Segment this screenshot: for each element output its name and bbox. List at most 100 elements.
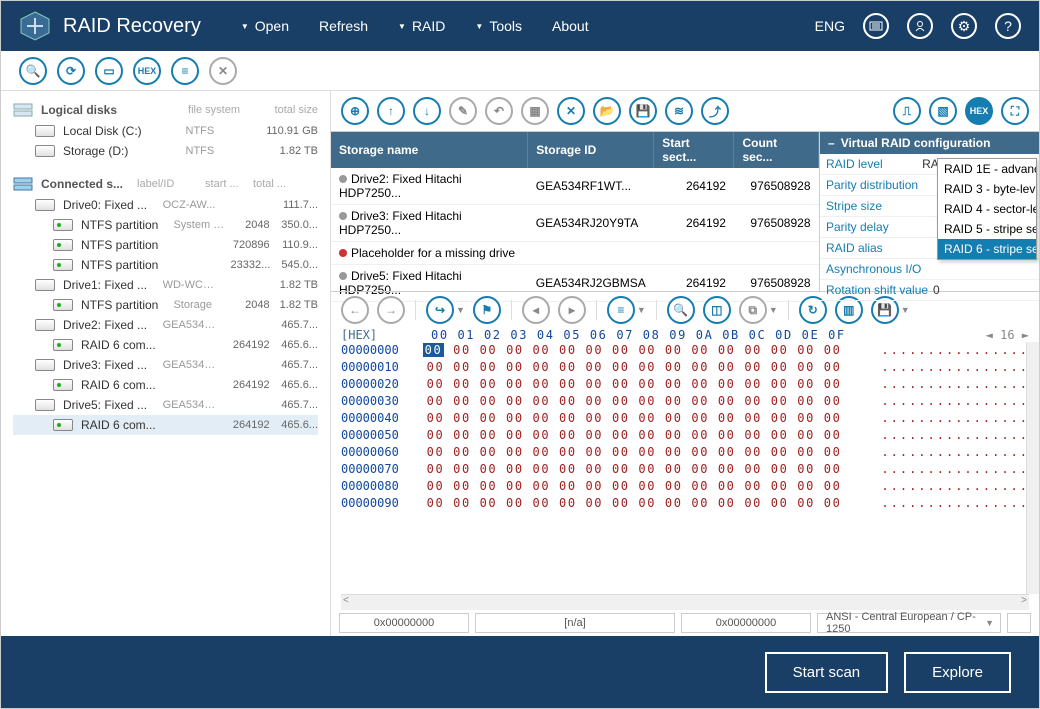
right-menu: ENG ⚙ ? <box>815 13 1021 39</box>
rescan-button[interactable]: ⟳ <box>57 57 85 85</box>
hex-line[interactable]: 0000008000 00 00 00 00 00 00 00 00 00 00… <box>341 478 1029 495</box>
expand-button[interactable]: ⛶ <box>1001 97 1029 125</box>
log-button[interactable] <box>863 13 889 39</box>
drive-item[interactable]: Drive1: Fixed ...WD-WCC...1.82 TB <box>13 275 318 295</box>
storage-table[interactable]: Storage name Storage ID Start sect... Co… <box>331 131 819 291</box>
close-button[interactable]: ✕ <box>209 57 237 85</box>
export-icon: ⤴ <box>709 103 721 120</box>
move-down-button[interactable]: ↓ <box>413 97 441 125</box>
nav-fwd-button[interactable]: → <box>377 296 405 324</box>
raid-level-option[interactable]: RAID 1E - advanc <box>938 159 1036 179</box>
remove-button[interactable]: ✕ <box>557 97 585 125</box>
hex-horizontal-scrollbar[interactable] <box>341 594 1029 610</box>
storage-row[interactable]: Drive3: Fixed Hitachi HDP7250...GEA534RJ… <box>331 205 819 242</box>
copy-button[interactable]: ⧉ <box>739 296 767 324</box>
partition-item[interactable]: NTFS partition23332...545.0... <box>13 255 318 275</box>
reload-icon: ↻ <box>808 303 818 317</box>
undo-button[interactable]: ↶ <box>485 97 513 125</box>
cfg-async[interactable]: Asynchronous I/O <box>820 259 1039 280</box>
search-icon: 🔍 <box>26 64 41 78</box>
activity-button[interactable]: ⎍ <box>893 97 921 125</box>
list-button[interactable]: ≡ <box>171 57 199 85</box>
explore-button[interactable]: Explore <box>904 652 1011 693</box>
partition-item[interactable]: RAID 6 com...264192465.6... <box>13 335 318 355</box>
raid-level-option[interactable]: RAID 3 - byte-lev <box>938 179 1036 199</box>
partition-item[interactable]: NTFS partitionStorage20481.82 TB <box>13 295 318 315</box>
start-scan-button[interactable]: Start scan <box>765 652 889 693</box>
drive-item[interactable]: Drive5: Fixed ...GEA534R...465.7... <box>13 395 318 415</box>
disk-button[interactable]: ▭ <box>95 57 123 85</box>
menu-raid[interactable]: ▼RAID <box>398 18 445 34</box>
drive-item[interactable]: Drive0: Fixed ...OCZ-AW...111.7... <box>13 195 318 215</box>
partition-item[interactable]: NTFS partitionSystem R...2048350.0... <box>13 215 318 235</box>
chevron-down-icon: ▼ <box>475 22 483 31</box>
goto-button[interactable]: ↪ <box>426 296 454 324</box>
storage-row[interactable]: Drive2: Fixed Hitachi HDP7250...GEA534RF… <box>331 168 819 205</box>
layers-icon: ≋ <box>674 104 684 118</box>
drive-item[interactable]: Drive3: Fixed ...GEA534R...465.7... <box>13 355 318 375</box>
raid-level-dropdown[interactable]: RAID 1E - advancRAID 3 - byte-levRAID 4 … <box>937 158 1037 260</box>
settings-button[interactable]: ⚙ <box>951 13 977 39</box>
hex-search-button[interactable]: 🔍 <box>667 296 695 324</box>
partition-item[interactable]: NTFS partition720896110.9... <box>13 235 318 255</box>
menu-refresh[interactable]: Refresh <box>319 18 368 34</box>
hex-line[interactable]: 0000004000 00 00 00 00 00 00 00 00 00 00… <box>341 410 1029 427</box>
hex-body[interactable]: 0000000000 00 00 00 00 00 00 00 00 00 00… <box>331 342 1039 594</box>
pencil-icon: ✎ <box>458 104 468 118</box>
hex-line[interactable]: 0000000000 00 00 00 00 00 00 00 00 00 00… <box>341 342 1029 359</box>
col-storage-name[interactable]: Storage name <box>331 132 528 168</box>
connected-icon <box>13 177 33 191</box>
nav-back-button[interactable]: ← <box>341 296 369 324</box>
hex-mode-button[interactable]: HEX <box>965 97 993 125</box>
config-title: Virtual RAID configuration <box>841 136 991 150</box>
save-button[interactable]: 💾 <box>629 97 657 125</box>
logical-disk-item[interactable]: Storage (D:)NTFS1.82 TB <box>13 141 318 161</box>
raid-level-option[interactable]: RAID 5 - stripe se <box>938 219 1036 239</box>
view-mode-button[interactable]: ≡ <box>607 296 635 324</box>
tag-next-button[interactable]: ▸ <box>558 296 586 324</box>
layers-button[interactable]: ≋ <box>665 97 693 125</box>
hex-view-button[interactable]: HEX <box>133 57 161 85</box>
col-count-sec[interactable]: Count sec... <box>734 132 819 168</box>
hex-line[interactable]: 0000007000 00 00 00 00 00 00 00 00 00 00… <box>341 461 1029 478</box>
split-button[interactable]: ◫ <box>703 296 731 324</box>
status-extra[interactable] <box>1007 613 1031 633</box>
hex-line[interactable]: 0000001000 00 00 00 00 00 00 00 00 00 00… <box>341 359 1029 376</box>
hex-line[interactable]: 0000002000 00 00 00 00 00 00 00 00 00 00… <box>341 376 1029 393</box>
menu-tools[interactable]: ▼Tools <box>475 18 522 34</box>
raid-level-option[interactable]: RAID 6 - stripe se <box>938 239 1036 259</box>
storage-row[interactable]: Placeholder for a missing drive <box>331 242 819 265</box>
drive-item[interactable]: Drive2: Fixed ...GEA534R...465.7... <box>13 315 318 335</box>
hex-line[interactable]: 0000005000 00 00 00 00 00 00 00 00 00 00… <box>341 427 1029 444</box>
user-button[interactable] <box>907 13 933 39</box>
bookmark-button[interactable]: ⚑ <box>473 296 501 324</box>
hex-line[interactable]: 0000009000 00 00 00 00 00 00 00 00 00 00… <box>341 495 1029 512</box>
edit-button[interactable]: ✎ <box>449 97 477 125</box>
encoding-selector[interactable]: ANSI - Central European / CP-1250 <box>817 613 1001 633</box>
chart-button[interactable]: ▧ <box>929 97 957 125</box>
partition-item[interactable]: RAID 6 com...264192465.6... <box>13 375 318 395</box>
cfg-rotation[interactable]: Rotation shift value0 <box>820 280 1039 301</box>
open-folder-button[interactable]: 📂 <box>593 97 621 125</box>
partition-item[interactable]: RAID 6 com...264192465.6... <box>13 415 318 435</box>
move-up-button[interactable]: ↑ <box>377 97 405 125</box>
status-offset-c: 0x00000000 <box>681 613 811 633</box>
list-icon: ≡ <box>181 64 188 78</box>
col-storage-id[interactable]: Storage ID <box>528 132 654 168</box>
select-button[interactable]: ▦ <box>521 97 549 125</box>
status-offset-a: 0x00000000 <box>339 613 469 633</box>
menu-open[interactable]: ▼Open <box>241 18 289 34</box>
export-button[interactable]: ⤴ <box>701 97 729 125</box>
help-button[interactable]: ? <box>995 13 1021 39</box>
hex-line[interactable]: 0000003000 00 00 00 00 00 00 00 00 00 00… <box>341 393 1029 410</box>
logical-disk-item[interactable]: Local Disk (C:)NTFS110.91 GB <box>13 121 318 141</box>
col-start-sect[interactable]: Start sect... <box>654 132 734 168</box>
hex-line[interactable]: 0000006000 00 00 00 00 00 00 00 00 00 00… <box>341 444 1029 461</box>
tag-prev-button[interactable]: ◂ <box>522 296 550 324</box>
menu-about[interactable]: About <box>552 18 589 34</box>
raid-level-option[interactable]: RAID 4 - sector-le <box>938 199 1036 219</box>
language-selector[interactable]: ENG <box>815 18 845 34</box>
search-button[interactable]: 🔍 <box>19 57 47 85</box>
add-drive-button[interactable]: ⊕ <box>341 97 369 125</box>
titlebar: RAID Recovery ▼Open Refresh ▼RAID ▼Tools… <box>1 1 1039 51</box>
